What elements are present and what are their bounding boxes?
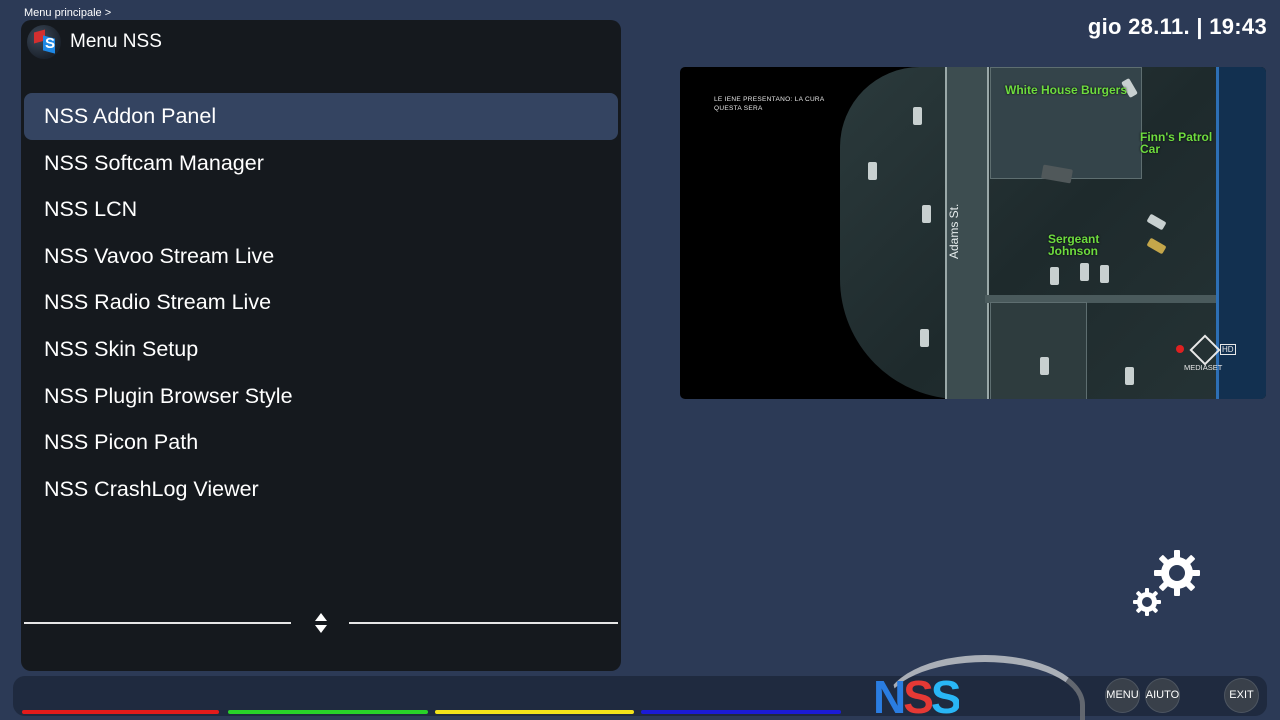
screen: Menu principale > gio 28.11. | 19:43 S M… <box>0 0 1280 720</box>
menu-item-radio-stream-live[interactable]: NSS Radio Stream Live <box>24 279 618 326</box>
clock-separator: | <box>1196 14 1203 39</box>
menu-item-crashlog-viewer[interactable]: NSS CrashLog Viewer <box>24 466 618 513</box>
nss-logo: NSS <box>873 674 959 716</box>
help-button[interactable]: AIUTO <box>1145 678 1180 713</box>
scroll-divider-left <box>24 622 291 624</box>
channel-name: MEDIASET <box>1184 363 1223 372</box>
hd-badge-icon: HD <box>1220 344 1236 355</box>
menu-item-vavoo-stream-live[interactable]: NSS Vavoo Stream Live <box>24 233 618 280</box>
menu-item-lcn[interactable]: NSS LCN <box>24 186 618 233</box>
channel-logo: HD MEDIASET <box>1174 334 1236 375</box>
menu-item-plugin-browser-style[interactable]: NSS Plugin Browser Style <box>24 373 618 420</box>
gears-icon <box>1133 550 1200 616</box>
menu-item-addon-panel[interactable]: NSS Addon Panel <box>24 93 618 140</box>
map-label-white-house: White House Burgers <box>1005 83 1128 97</box>
page-title: Menu NSS <box>70 31 162 52</box>
clock-time: 19:43 <box>1209 14 1267 39</box>
yellow-key[interactable] <box>435 710 634 714</box>
up-down-arrows-icon[interactable] <box>314 612 328 636</box>
breadcrumb: Menu principale > <box>24 7 112 19</box>
nss-cube-icon: S <box>27 25 61 59</box>
menu-panel: S Menu NSS NSS Addon Panel NSS Softcam M… <box>21 20 621 671</box>
red-key[interactable] <box>22 710 219 714</box>
overlay-line-2: QUESTA SERA <box>714 105 763 112</box>
green-key[interactable] <box>228 710 428 714</box>
scroll-divider-right <box>349 622 618 624</box>
menu-item-picon-path[interactable]: NSS Picon Path <box>24 419 618 466</box>
map-label-sergeant: Sergeant Johnson <box>1048 232 1100 258</box>
program-overlay: LE IENE PRESENTANO: LA CURA QUESTA SERA <box>714 95 825 113</box>
tv-preview: LE IENE PRESENTANO: LA CURA QUESTA SERA … <box>680 67 1266 399</box>
map-label-street: Adams St. <box>947 203 961 259</box>
clock-date: gio 28.11. <box>1087 14 1190 39</box>
scroll-indicator[interactable] <box>24 612 618 636</box>
menu-list: NSS Addon Panel NSS Softcam Manager NSS … <box>24 93 618 512</box>
menu-item-softcam-manager[interactable]: NSS Softcam Manager <box>24 140 618 187</box>
exit-button[interactable]: EXIT <box>1224 678 1259 713</box>
mediaset-diamond-icon <box>1189 334 1221 366</box>
record-dot-icon <box>1176 345 1184 353</box>
menu-button[interactable]: MENU <box>1105 678 1140 713</box>
map-label-finns: Finn's Patrol Car <box>1140 130 1213 156</box>
blue-key[interactable] <box>641 710 841 714</box>
overlay-line-1: LE IENE PRESENTANO: LA CURA <box>714 96 825 103</box>
clock: gio 28.11. | 19:43 <box>1088 14 1267 40</box>
menu-item-skin-setup[interactable]: NSS Skin Setup <box>24 326 618 373</box>
panel-header: S Menu NSS <box>27 25 162 59</box>
